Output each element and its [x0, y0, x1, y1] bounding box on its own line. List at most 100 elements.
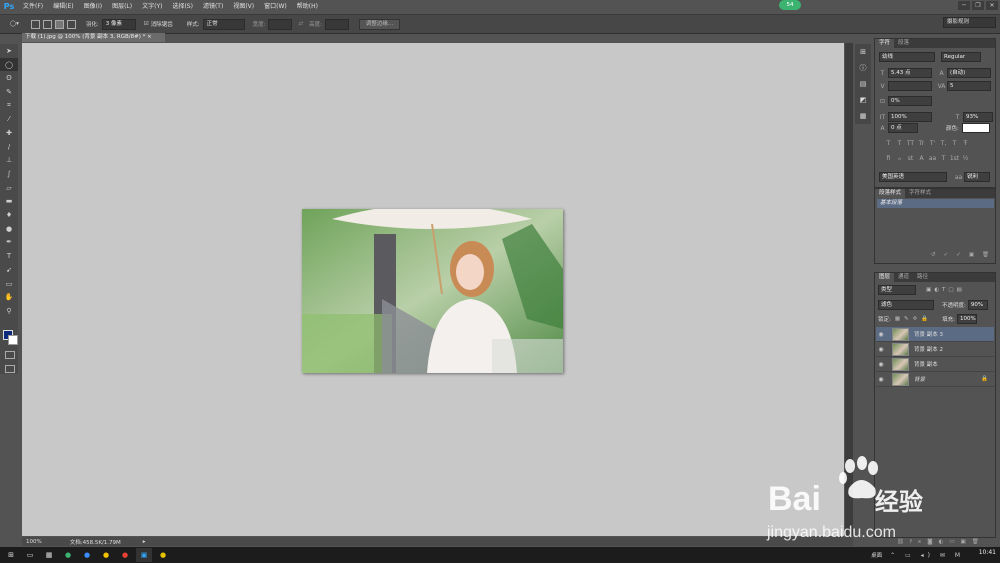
type-tool-icon[interactable]: T — [0, 249, 18, 263]
tray-icons[interactable]: ⌃ ▭ ◂) ✉ M — [890, 552, 964, 559]
lock-icons[interactable]: ▦✎✢🔒 — [895, 316, 932, 322]
menu-type[interactable]: 文字(Y) — [137, 0, 167, 13]
blur-tool-icon[interactable]: ♦ — [0, 208, 18, 222]
swash-button[interactable]: A — [916, 155, 927, 162]
menu-layer[interactable]: 图层(L) — [107, 0, 137, 13]
swap-dimensions-icon[interactable]: ⇄ — [298, 21, 303, 27]
font-style-select[interactable]: Regular — [941, 52, 981, 62]
app-grid-icon[interactable]: ▦ — [41, 548, 57, 562]
menu-help[interactable]: 帮助(H) — [292, 0, 323, 13]
brush-tool-icon[interactable]: ∕ — [0, 140, 18, 154]
layer-row[interactable]: ◉ 背景 副本 2 — [876, 342, 994, 357]
commit-icon[interactable]: ✓ — [944, 252, 949, 258]
close-tab-icon[interactable]: × — [147, 34, 152, 40]
refine-edge-button[interactable]: 调整边缘... — [358, 18, 401, 30]
antialias-checkbox[interactable]: ☑ — [144, 21, 149, 27]
baseline-shift-input[interactable]: 0 点 — [888, 123, 918, 133]
eyedropper-tool-icon[interactable]: ⁄ — [0, 112, 18, 126]
leading-input[interactable]: (自动) — [947, 68, 991, 78]
small-caps-button[interactable]: Tr — [916, 140, 927, 147]
blend-mode-select[interactable]: 滤色 — [878, 300, 934, 310]
titling-alternates-button[interactable]: T — [938, 155, 949, 162]
screen-mode-icon[interactable] — [5, 365, 15, 373]
tab-paragraph[interactable]: 段落 — [894, 39, 913, 48]
task-view-icon[interactable]: ▭ — [22, 548, 38, 562]
subscript-button[interactable]: T, — [938, 140, 949, 147]
faux-italic-button[interactable]: T — [894, 140, 905, 147]
menu-view[interactable]: 视图(V) — [228, 0, 259, 13]
width-input[interactable] — [268, 18, 293, 30]
chrome-icon[interactable]: ● — [117, 548, 133, 562]
add-selection-icon[interactable] — [42, 19, 52, 29]
eraser-tool-icon[interactable]: ▱ — [0, 181, 18, 195]
menu-edit[interactable]: 编辑(E) — [48, 0, 78, 13]
ligature-button[interactable]: fi — [883, 155, 894, 162]
move-tool-icon[interactable]: ➤ — [0, 44, 18, 58]
adjustments-panel-icon[interactable]: ◩ — [855, 92, 871, 108]
layer-name[interactable]: 背景 副本 2 — [914, 345, 943, 353]
strikethrough-button[interactable]: Ŧ — [960, 140, 971, 147]
messenger-icon[interactable]: ● — [79, 548, 95, 562]
ordinals-button[interactable]: 1st — [949, 155, 960, 162]
path-select-icon[interactable]: ➹ — [0, 263, 18, 277]
history-panel-icon[interactable]: ⊞ — [855, 44, 871, 60]
actions-panel-icon[interactable]: ▦ — [855, 108, 871, 124]
properties-panel-icon[interactable]: ▤ — [855, 76, 871, 92]
quick-select-tool-icon[interactable]: ✎ — [0, 85, 18, 99]
layer-row[interactable]: ◉ 背景 副本 3 — [876, 327, 994, 342]
visibility-eye-icon[interactable]: ◉ — [876, 331, 886, 338]
fill-input[interactable]: 100% — [956, 314, 977, 324]
new-style-icon[interactable]: ▣ — [969, 252, 974, 258]
close-button[interactable]: ✕ — [986, 1, 998, 10]
layer-name[interactable]: 背景 — [914, 375, 925, 383]
zoom-tool-icon[interactable]: ⚲ — [0, 304, 18, 318]
delete-style-icon[interactable]: 🗑 — [982, 252, 989, 258]
fractions-button[interactable]: ½ — [960, 155, 971, 162]
tool-app-icon[interactable]: ● — [155, 548, 171, 562]
taskbar-clock[interactable]: 10:41 — [979, 549, 996, 556]
menu-file[interactable]: 文件(F) — [18, 0, 48, 13]
browser-icon[interactable]: ● — [98, 548, 114, 562]
opacity-input[interactable]: 90% — [967, 300, 988, 310]
clear-override-icon[interactable]: ↺ — [931, 252, 936, 258]
layer-row[interactable]: ◉ 背景 副本 — [876, 357, 994, 372]
style-select[interactable]: 正常 — [202, 18, 245, 30]
hand-tool-icon[interactable]: ✋ — [0, 290, 18, 304]
layer-filter-select[interactable]: 类型 — [878, 285, 916, 295]
scale-input[interactable]: 0% — [888, 96, 932, 106]
height-input[interactable] — [324, 18, 349, 30]
layer-filter-icons[interactable]: ▣◐T▢▤ — [926, 287, 965, 293]
zoom-level[interactable]: 100% — [26, 539, 42, 545]
layer-row[interactable]: ◉ 背景 🔒 — [876, 372, 994, 387]
antialias-select[interactable]: 锐利 — [964, 172, 990, 182]
document-image[interactable] — [302, 209, 563, 373]
info-panel-icon[interactable]: ⓘ — [855, 60, 871, 76]
tab-character[interactable]: 字符 — [875, 39, 895, 48]
restore-button[interactable]: ❐ — [972, 1, 984, 10]
tab-layers[interactable]: 图层 — [875, 273, 895, 282]
vertical-scale-input[interactable]: 100% — [888, 112, 932, 122]
discretionary-ligature-button[interactable]: st — [905, 155, 916, 162]
minimize-button[interactable]: ─ — [958, 1, 970, 10]
status-menu-arrow-icon[interactable]: ▸ — [143, 539, 146, 545]
font-family-select[interactable]: 幼线 — [879, 52, 935, 62]
history-brush-icon[interactable]: ∫ — [0, 167, 18, 181]
tracking-input[interactable]: 5 — [947, 81, 991, 91]
tab-channels[interactable]: 通道 — [894, 273, 913, 282]
marquee-tool-preset-icon[interactable]: ◯▾ — [10, 21, 19, 27]
crop-tool-icon[interactable]: ⌗ — [0, 99, 18, 113]
stylistic-alternates-button[interactable]: aa — [927, 155, 938, 162]
visibility-eye-icon[interactable]: ◉ — [876, 376, 886, 383]
kerning-input[interactable] — [888, 81, 932, 91]
tray-label[interactable]: 桌面 — [871, 551, 882, 559]
dodge-tool-icon[interactable]: ● — [0, 222, 18, 236]
gradient-tool-icon[interactable]: ▬ — [0, 195, 18, 209]
marquee-tool-icon[interactable]: ◯ — [0, 57, 18, 72]
menu-window[interactable]: 窗口(W) — [259, 0, 292, 13]
contextual-alternates-button[interactable]: ℴ — [894, 155, 905, 162]
visibility-eye-icon[interactable]: ◉ — [876, 361, 886, 368]
menu-filter[interactable]: 滤镜(T) — [198, 0, 228, 13]
superscript-button[interactable]: T' — [927, 140, 938, 147]
intersect-selection-icon[interactable] — [66, 19, 76, 29]
paragraph-style-item[interactable]: 基本段落 — [877, 199, 994, 208]
